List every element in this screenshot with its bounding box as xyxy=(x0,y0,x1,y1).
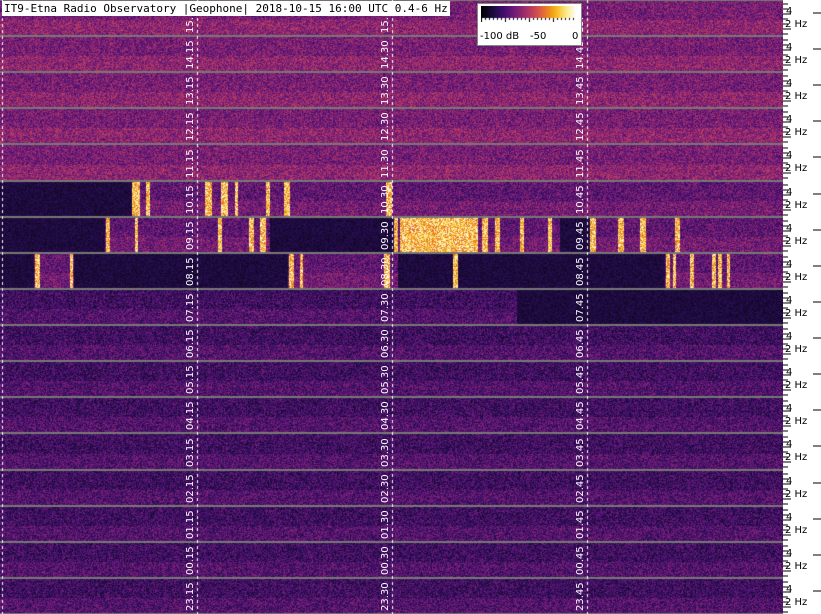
spectrogram-plot: 15.15.15.14.1514.3014.4513.1513.3013.451… xyxy=(0,0,783,614)
time-label: 23.30 xyxy=(380,582,391,611)
freq-label-2hz: 2 Hz xyxy=(785,344,808,355)
freq-label-4: 4 xyxy=(786,259,793,270)
time-label: 02.15 xyxy=(185,474,196,503)
spectrogram-canvas xyxy=(0,0,783,614)
time-label: 14.15 xyxy=(185,40,196,69)
time-label: 10.30 xyxy=(380,185,391,214)
time-label: 00.15 xyxy=(185,546,196,575)
freq-label-2hz: 2 Hz xyxy=(785,200,808,211)
colorbar-legend: -100 dB -50 0 xyxy=(477,3,582,46)
time-label: 14.30 xyxy=(380,40,391,69)
time-label: 10.45 xyxy=(575,185,586,214)
freq-label-2hz: 2 Hz xyxy=(785,597,808,608)
freq-label-2hz: 2 Hz xyxy=(785,561,808,572)
time-label: 00.45 xyxy=(575,546,586,575)
time-label: 02.45 xyxy=(575,474,586,503)
freq-label-4: 4 xyxy=(786,476,793,487)
freq-label-4: 4 xyxy=(786,367,793,378)
time-label: 15. xyxy=(380,17,391,33)
freq-label-4: 4 xyxy=(786,42,793,53)
time-label: 01.45 xyxy=(575,510,586,539)
freq-label-2hz: 2 Hz xyxy=(785,272,808,283)
freq-label-4: 4 xyxy=(786,331,793,342)
freq-label-2hz: 2 Hz xyxy=(785,55,808,66)
frequency-axis: 4 2 Hz 4 2 Hz 4 2 Hz 4 2 Hz 4 2 Hz 4 2 Hz 4 2 Hz 4 2 Hz… xyxy=(783,0,821,614)
time-label: 11.45 xyxy=(575,149,586,178)
time-label: 06.30 xyxy=(380,329,391,358)
time-label: 12.15 xyxy=(185,112,196,141)
time-label: 10.15 xyxy=(185,185,196,214)
freq-label-4: 4 xyxy=(786,584,793,595)
time-label: 12.45 xyxy=(575,112,586,141)
colorbar-min-label: -100 dB xyxy=(480,31,520,42)
time-label: 05.30 xyxy=(380,365,391,394)
time-label: 23.15 xyxy=(185,582,196,611)
time-label: 13.30 xyxy=(380,76,391,105)
time-label: 04.15 xyxy=(185,401,196,430)
freq-label-2hz: 2 Hz xyxy=(785,91,808,102)
freq-label-2hz: 2 Hz xyxy=(785,163,808,174)
freq-label-4: 4 xyxy=(786,295,793,306)
time-label: 15. xyxy=(185,17,196,33)
time-label: 05.45 xyxy=(575,365,586,394)
freq-label-4: 4 xyxy=(786,223,793,234)
time-label: 07.15 xyxy=(185,293,196,322)
time-label: 13.15 xyxy=(185,76,196,105)
time-label: 03.30 xyxy=(380,438,391,467)
freq-label-4: 4 xyxy=(786,150,793,161)
time-label: 00.30 xyxy=(380,546,391,575)
freq-label-2hz: 2 Hz xyxy=(785,416,808,427)
freq-label-4: 4 xyxy=(786,114,793,125)
time-label: 12.30 xyxy=(380,112,391,141)
time-label: 03.15 xyxy=(185,438,196,467)
time-label: 08.45 xyxy=(575,257,586,286)
freq-label-4: 4 xyxy=(786,6,793,17)
colorbar-mid-label: -50 xyxy=(530,31,547,42)
time-label: 01.30 xyxy=(380,510,391,539)
time-label: 23.45 xyxy=(575,582,586,611)
time-label: 04.45 xyxy=(575,401,586,430)
time-label: 11.30 xyxy=(380,149,391,178)
time-label: 09.30 xyxy=(380,221,391,250)
freq-label-4: 4 xyxy=(786,78,793,89)
freq-label-2hz: 2 Hz xyxy=(785,308,808,319)
freq-label-2hz: 2 Hz xyxy=(785,19,808,30)
plot-title: IT9-Etna Radio Observatory |Geophone| 20… xyxy=(2,1,450,16)
colorbar-gradient xyxy=(481,6,577,22)
freq-label-4: 4 xyxy=(786,548,793,559)
freq-label-2hz: 2 Hz xyxy=(785,127,808,138)
freq-label-4: 4 xyxy=(786,512,793,523)
freq-label-2hz: 2 Hz xyxy=(785,452,808,463)
time-label: 03.45 xyxy=(575,438,586,467)
time-label: 11.15 xyxy=(185,149,196,178)
time-label: 07.45 xyxy=(575,293,586,322)
colorbar-max-label: 0 xyxy=(572,31,579,42)
time-label: 02.30 xyxy=(380,474,391,503)
time-label: 06.45 xyxy=(575,329,586,358)
freq-label-2hz: 2 Hz xyxy=(785,489,808,500)
time-label: 09.45 xyxy=(575,221,586,250)
freq-label-2hz: 2 Hz xyxy=(785,236,808,247)
time-label: 04.30 xyxy=(380,401,391,430)
time-label: 08.15 xyxy=(185,257,196,286)
freq-label-4: 4 xyxy=(786,187,793,198)
freq-label-4: 4 xyxy=(786,403,793,414)
freq-label-4: 4 xyxy=(786,439,793,450)
time-label: 13.45 xyxy=(575,76,586,105)
time-label: 08.30 xyxy=(380,257,391,286)
freq-label-2hz: 2 Hz xyxy=(785,380,808,391)
time-label: 07.30 xyxy=(380,293,391,322)
time-label: 06.15 xyxy=(185,329,196,358)
freq-label-2hz: 2 Hz xyxy=(785,525,808,536)
time-label: 01.15 xyxy=(185,510,196,539)
time-label: 05.15 xyxy=(185,365,196,394)
time-label: 09.15 xyxy=(185,221,196,250)
